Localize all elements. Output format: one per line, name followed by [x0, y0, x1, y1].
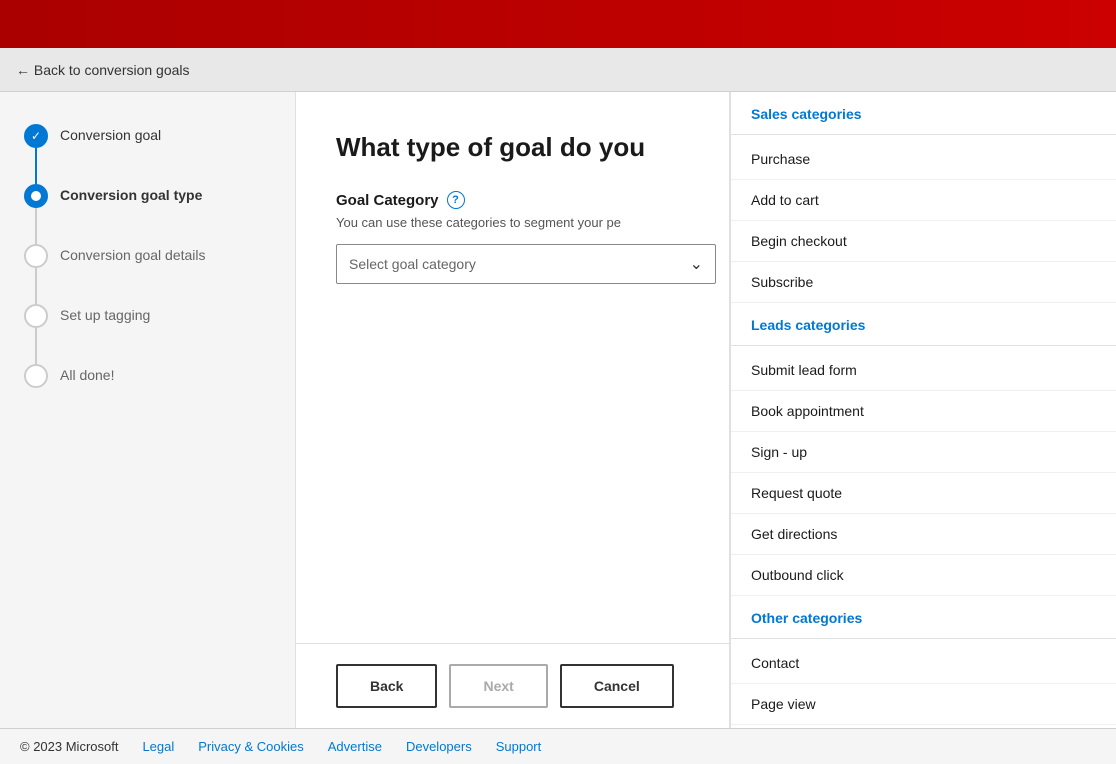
step-label-conversion-goal-details: Conversion goal details — [60, 244, 206, 263]
step-label-conversion-goal: Conversion goal — [60, 124, 161, 143]
back-nav: ← Back to conversion goals — [0, 48, 1116, 92]
other-categories-header: Other categories — [731, 596, 1116, 634]
step-connector-4 — [35, 328, 37, 364]
step-connector-2 — [35, 208, 37, 244]
cancel-button[interactable]: Cancel — [560, 664, 674, 708]
goal-category-label: Goal Category — [336, 192, 439, 209]
category-item-contact[interactable]: Contact — [731, 643, 1116, 684]
category-item-purchase[interactable]: Purchase — [731, 139, 1116, 180]
top-bar — [0, 0, 1116, 48]
step-conversion-goal: ✓ Conversion goal — [24, 124, 271, 148]
form-area: What type of goal do you Goal Category ?… — [296, 92, 729, 643]
footer-link-advertise[interactable]: Advertise — [328, 739, 382, 754]
footer-link-developers[interactable]: Developers — [406, 739, 472, 754]
step-connector-3 — [35, 268, 37, 304]
step-label-all-done: All done! — [60, 364, 114, 383]
step-circle-completed: ✓ — [24, 124, 48, 148]
sales-divider — [731, 134, 1116, 135]
footer-link-privacy-cookies[interactable]: Privacy & Cookies — [198, 739, 303, 754]
back-button[interactable]: Back — [336, 664, 437, 708]
step-connector-1 — [35, 148, 37, 184]
sales-categories-header: Sales categories — [731, 92, 1116, 130]
step-conversion-goal-details: Conversion goal details — [24, 244, 271, 268]
footer-link-legal[interactable]: Legal — [142, 739, 174, 754]
category-item-book-appointment[interactable]: Book appointment — [731, 391, 1116, 432]
category-item-request-quote[interactable]: Request quote — [731, 473, 1116, 514]
step-circle-active — [24, 184, 48, 208]
field-label-row: Goal Category ? — [336, 191, 689, 209]
dropdown-panel: Sales categories Purchase Add to cart Be… — [730, 92, 1116, 728]
category-item-add-to-cart[interactable]: Add to cart — [731, 180, 1116, 221]
main-content: ✓ Conversion goal Conversion goal type C… — [0, 92, 1116, 728]
field-description: You can use these categories to segment … — [336, 215, 689, 230]
step-circle-inactive-3 — [24, 244, 48, 268]
page-title: What type of goal do you — [336, 132, 689, 163]
step-circle-inactive-4 — [24, 304, 48, 328]
category-item-outbound-click[interactable]: Outbound click — [731, 555, 1116, 596]
leads-divider — [731, 345, 1116, 346]
category-item-begin-checkout[interactable]: Begin checkout — [731, 221, 1116, 262]
category-item-submit-lead-form[interactable]: Submit lead form — [731, 350, 1116, 391]
step-circle-inactive-5 — [24, 364, 48, 388]
footer-copyright: © 2023 Microsoft — [20, 739, 118, 754]
select-placeholder: Select goal category — [349, 256, 476, 272]
step-circle-inner — [31, 191, 41, 201]
category-item-page-view[interactable]: Page view — [731, 684, 1116, 725]
category-item-subscribe[interactable]: Subscribe — [731, 262, 1116, 303]
bottom-actions: Back Next Cancel — [296, 643, 729, 728]
step-all-done: All done! — [24, 364, 271, 388]
goal-category-select[interactable]: Select goal category ⌄ — [336, 244, 716, 284]
step-label-conversion-goal-type: Conversion goal type — [60, 184, 202, 203]
center-content: What type of goal do you Goal Category ?… — [296, 92, 730, 728]
step-conversion-goal-type: Conversion goal type — [24, 184, 271, 208]
chevron-down-icon: ⌄ — [690, 254, 703, 274]
steps-sidebar: ✓ Conversion goal Conversion goal type C… — [0, 92, 296, 728]
other-divider — [731, 638, 1116, 639]
category-item-get-directions[interactable]: Get directions — [731, 514, 1116, 555]
category-item-sign-up[interactable]: Sign - up — [731, 432, 1116, 473]
next-button[interactable]: Next — [449, 664, 547, 708]
back-to-conversion-goals-link[interactable]: ← Back to conversion goals — [16, 62, 190, 78]
help-icon[interactable]: ? — [447, 191, 465, 209]
leads-categories-header: Leads categories — [731, 303, 1116, 341]
footer: © 2023 Microsoft Legal Privacy & Cookies… — [0, 728, 1116, 764]
step-label-set-up-tagging: Set up tagging — [60, 304, 150, 323]
footer-link-support[interactable]: Support — [496, 739, 542, 754]
step-set-up-tagging: Set up tagging — [24, 304, 271, 328]
